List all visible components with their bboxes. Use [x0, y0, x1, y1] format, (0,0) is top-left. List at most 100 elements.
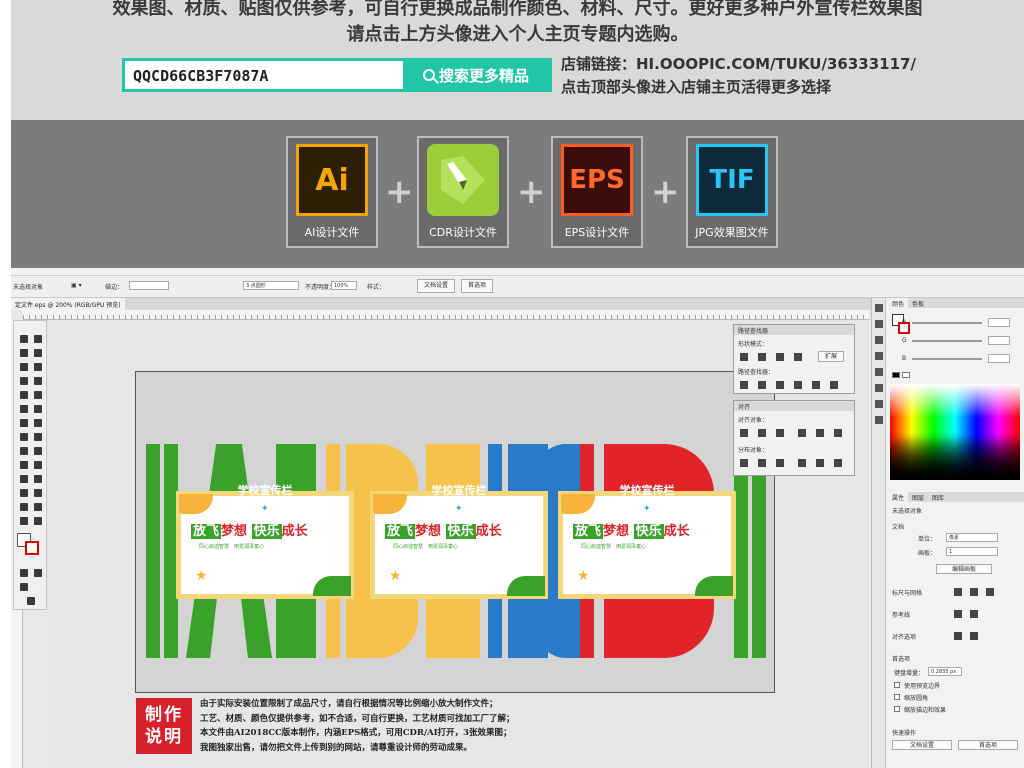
free-transform-tool-icon[interactable] — [34, 433, 42, 441]
tab-swatches[interactable]: 色板 — [908, 298, 928, 309]
merge-icon[interactable] — [776, 381, 784, 389]
pixel-grid-icon[interactable] — [986, 588, 994, 596]
snap-glyph-icon[interactable] — [970, 632, 978, 640]
gradient-tool-icon[interactable] — [34, 461, 42, 469]
edit-artboard-button[interactable]: 编辑画板 — [936, 564, 992, 574]
shape-builder-tool-icon[interactable] — [20, 447, 28, 455]
direct-selection-tool-icon[interactable] — [34, 335, 42, 343]
distribute-left-icon[interactable] — [798, 459, 806, 467]
shop-link[interactable]: 店铺链接：HI.OOOPIC.COM/TUKU/36333117/ — [561, 53, 916, 74]
width-tool-icon[interactable] — [20, 433, 28, 441]
appearance-panel-icon[interactable] — [875, 400, 883, 408]
channel-value[interactable] — [988, 318, 1010, 327]
brushes-panel-icon[interactable] — [875, 336, 883, 344]
scale-tool-icon[interactable] — [34, 419, 42, 427]
quick-document-setup-button[interactable]: 文档设置 — [892, 740, 952, 750]
code-search-box[interactable]: QQCD66CB3F7087A 搜索更多精品 — [122, 58, 552, 92]
curvature-tool-icon[interactable] — [34, 363, 42, 371]
align-vcenter-icon[interactable] — [816, 429, 824, 437]
preview-bounds-checkbox[interactable] — [894, 682, 900, 688]
artboard[interactable]: 学校宣传栏 ✦ 放飞 梦想 快乐 成长 同心启迪智慧 用爱润泽童心 ★ 学校宣传栏 — [135, 371, 775, 693]
symbol-sprayer-tool-icon[interactable] — [20, 489, 28, 497]
line-tool-icon[interactable] — [34, 377, 42, 385]
trim-icon[interactable] — [758, 381, 766, 389]
align-top-icon[interactable] — [798, 429, 806, 437]
rectangle-tool-icon[interactable] — [20, 391, 28, 399]
column-graph-tool-icon[interactable] — [34, 489, 42, 497]
minus-back-icon[interactable] — [830, 381, 838, 389]
stroke-width-field[interactable] — [129, 281, 169, 290]
channel-slider[interactable] — [912, 358, 982, 360]
channel-value[interactable] — [988, 336, 1010, 345]
color-mode-icon[interactable] — [20, 569, 28, 577]
selection-tool-icon[interactable] — [20, 335, 28, 343]
rotate-tool-icon[interactable] — [20, 419, 28, 427]
exclude-icon[interactable] — [794, 353, 802, 361]
distribute-hcenter-icon[interactable] — [816, 459, 824, 467]
show-guides-icon[interactable] — [954, 610, 962, 618]
grid-icon[interactable] — [970, 588, 978, 596]
color-spectrum[interactable] — [890, 384, 1020, 480]
tab-libraries[interactable]: 图库 — [928, 492, 948, 503]
unite-icon[interactable] — [740, 353, 748, 361]
white-swatch[interactable] — [902, 372, 910, 378]
paintbrush-tool-icon[interactable] — [34, 391, 42, 399]
symbols-panel-icon[interactable] — [875, 352, 883, 360]
pen-tool-icon[interactable] — [20, 363, 28, 371]
zoom-tool-icon[interactable] — [34, 517, 42, 525]
scale-strokes-checkbox[interactable] — [894, 706, 900, 712]
distribute-bottom-icon[interactable] — [776, 459, 784, 467]
hand-tool-icon[interactable] — [20, 517, 28, 525]
distribute-right-icon[interactable] — [834, 459, 842, 467]
keyboard-increment-field[interactable]: 0.2835 px — [928, 667, 962, 676]
shaper-tool-icon[interactable] — [20, 405, 28, 413]
slice-tool-icon[interactable] — [34, 503, 42, 511]
swatches-panel-icon[interactable] — [875, 320, 883, 328]
mesh-tool-icon[interactable] — [20, 461, 28, 469]
document-tab[interactable]: 定文件.eps @ 200% (RGB/GPU 预览) — [11, 298, 125, 310]
black-swatch[interactable] — [892, 372, 900, 378]
align-right-icon[interactable] — [776, 429, 784, 437]
magic-wand-tool-icon[interactable] — [20, 349, 28, 357]
channel-value[interactable] — [988, 354, 1010, 363]
align-hcenter-icon[interactable] — [758, 429, 766, 437]
preferences-button[interactable]: 首选项 — [461, 279, 494, 293]
tab-layers[interactable]: 图层 — [908, 492, 928, 503]
perspective-grid-tool-icon[interactable] — [34, 447, 42, 455]
tab-properties[interactable]: 属性 — [888, 492, 909, 503]
lock-guides-icon[interactable] — [970, 610, 978, 618]
eraser-tool-icon[interactable] — [34, 405, 42, 413]
artboard-dropdown[interactable]: 1 — [946, 547, 998, 556]
color-panel-icon[interactable] — [875, 304, 883, 312]
transparency-panel-icon[interactable] — [875, 384, 883, 392]
search-more-button[interactable]: 搜索更多精品 — [403, 61, 549, 89]
blend-tool-icon[interactable] — [34, 475, 42, 483]
brush-dropdown[interactable]: 3 点圆形 — [243, 281, 299, 290]
outline-icon[interactable] — [812, 381, 820, 389]
artboard-tool-icon[interactable] — [20, 503, 28, 511]
fill-dropdown[interactable]: ▣ ▾ — [71, 282, 82, 289]
scale-corners-checkbox[interactable] — [894, 694, 900, 700]
eyedropper-tool-icon[interactable] — [20, 475, 28, 483]
intersect-icon[interactable] — [776, 353, 784, 361]
product-code[interactable]: QQCD66CB3F7087A — [133, 67, 268, 85]
type-tool-icon[interactable] — [20, 377, 28, 385]
align-bottom-icon[interactable] — [834, 429, 842, 437]
stroke-panel-icon[interactable] — [875, 368, 883, 376]
channel-slider[interactable] — [912, 322, 982, 324]
snap-point-icon[interactable] — [954, 632, 962, 640]
menu-bar[interactable] — [11, 268, 1024, 276]
ruler-icon[interactable] — [954, 588, 962, 596]
expand-button[interactable]: 扩展 — [818, 351, 845, 362]
align-title[interactable]: 对齐 — [734, 401, 854, 411]
crop-icon[interactable] — [794, 381, 802, 389]
lasso-tool-icon[interactable] — [34, 349, 42, 357]
layers-panel-icon[interactable] — [875, 416, 883, 424]
divide-icon[interactable] — [740, 381, 748, 389]
distribute-vcenter-icon[interactable] — [758, 459, 766, 467]
screen-mode-icon[interactable] — [27, 597, 35, 605]
drawing-mode-icon[interactable] — [20, 583, 28, 591]
pathfinder-title[interactable]: 路径查找器 — [734, 325, 854, 335]
minus-front-icon[interactable] — [758, 353, 766, 361]
distribute-top-icon[interactable] — [740, 459, 748, 467]
